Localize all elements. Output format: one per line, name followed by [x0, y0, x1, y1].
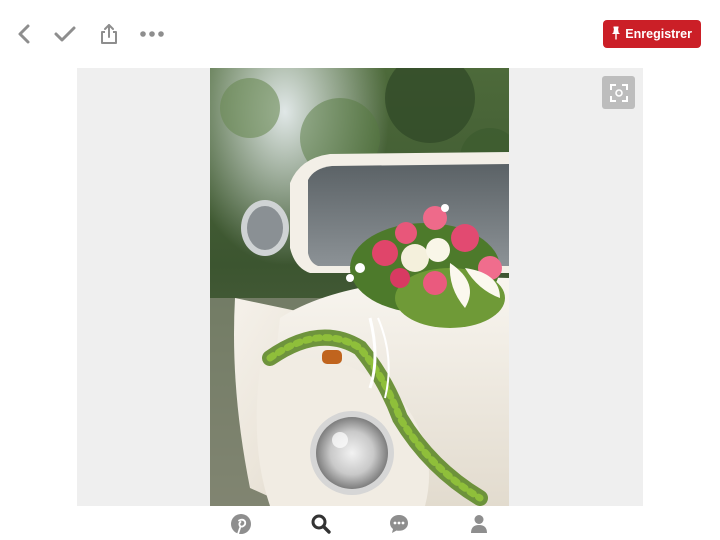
chat-icon[interactable]: [387, 512, 411, 536]
pin-image-container: [77, 68, 643, 506]
search-icon[interactable]: [309, 512, 333, 536]
share-icon[interactable]: [95, 20, 123, 48]
top-toolbar: Enregistrer: [0, 0, 720, 68]
save-button[interactable]: Enregistrer: [603, 20, 701, 48]
more-icon[interactable]: [138, 20, 166, 48]
pin-icon: [611, 26, 621, 43]
pin-image[interactable]: [210, 68, 509, 506]
save-button-label: Enregistrer: [625, 27, 692, 41]
check-icon[interactable]: [51, 20, 79, 48]
bottom-nav: [0, 506, 720, 540]
profile-icon[interactable]: [467, 512, 491, 536]
back-icon[interactable]: [10, 20, 38, 48]
expand-icon[interactable]: [602, 76, 635, 109]
pinterest-icon[interactable]: [229, 512, 253, 536]
